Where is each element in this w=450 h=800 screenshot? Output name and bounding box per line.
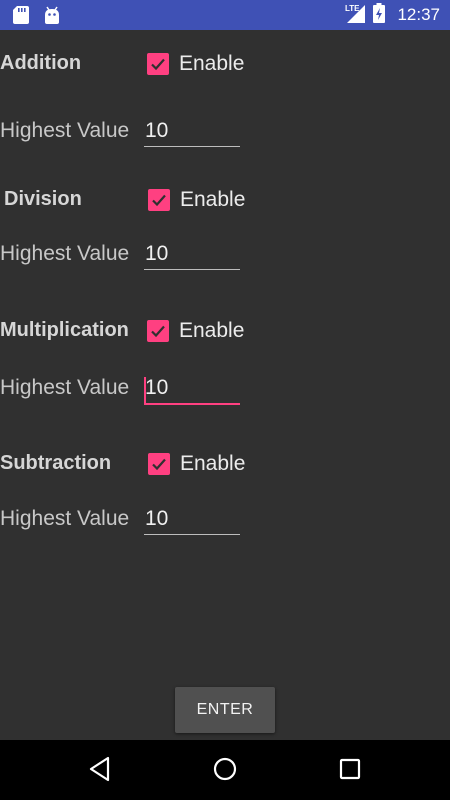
status-bar: LTE 12:37: [0, 0, 450, 30]
checkbox-checked-icon: [148, 189, 170, 211]
status-clock: 12:37: [397, 5, 440, 24]
addition-enable-label: Enable: [179, 52, 245, 75]
multiplication-highest-value-label: Highest Value: [0, 376, 130, 399]
multiplication-header: Multiplication: [0, 312, 129, 348]
subtraction-enable-label: Enable: [180, 452, 246, 475]
division-enable-checkbox[interactable]: Enable: [148, 188, 245, 212]
multiplication-highest-value: 10: [145, 376, 169, 399]
enter-button[interactable]: ENTER: [175, 687, 275, 733]
subtraction-title: Subtraction: [0, 451, 112, 474]
addition-highest-value: 10: [145, 119, 169, 142]
addition-enable-checkbox[interactable]: Enable: [147, 52, 244, 76]
addition-title: Addition: [0, 51, 82, 74]
division-highest-value-input[interactable]: 10: [144, 241, 240, 270]
subtraction-highest-value-input[interactable]: 10: [144, 506, 240, 535]
addition-highest-value-label: Highest Value: [0, 119, 130, 142]
network-type-label: LTE: [345, 4, 360, 13]
division-header: Division: [4, 181, 82, 217]
addition-header: Addition: [0, 45, 81, 81]
lte-signal-icon: LTE: [345, 3, 367, 28]
subtraction-header: Subtraction: [0, 445, 111, 481]
home-icon[interactable]: [212, 756, 238, 787]
recents-icon[interactable]: [338, 756, 362, 787]
multiplication-enable-checkbox[interactable]: Enable: [147, 319, 244, 343]
sd-card-icon: [13, 6, 29, 29]
text-cursor: [144, 377, 146, 403]
checkbox-checked-icon: [147, 320, 169, 342]
multiplication-enable-label: Enable: [179, 319, 245, 342]
checkbox-checked-icon: [148, 453, 170, 475]
battery-icon: [373, 2, 386, 28]
subtraction-highest-value: 10: [145, 507, 169, 530]
addition-highest-value-input[interactable]: 10: [144, 118, 240, 147]
back-icon[interactable]: [88, 756, 112, 787]
division-highest-value: 10: [145, 242, 169, 265]
navigation-bar: [0, 740, 450, 800]
multiplication-highest-value-input[interactable]: 10: [144, 375, 240, 405]
subtraction-enable-checkbox[interactable]: Enable: [148, 452, 245, 476]
division-enable-label: Enable: [180, 188, 246, 211]
screen: LTE 12:37 Addition Enable Highest Value …: [0, 0, 450, 800]
division-highest-value-label: Highest Value: [0, 242, 130, 265]
subtraction-highest-value-label: Highest Value: [0, 507, 130, 530]
multiplication-title: Multiplication: [0, 318, 129, 341]
android-icon: [43, 6, 61, 29]
division-title: Division: [4, 187, 82, 210]
checkbox-checked-icon: [147, 53, 169, 75]
status-icons: LTE 12:37: [345, 0, 440, 30]
